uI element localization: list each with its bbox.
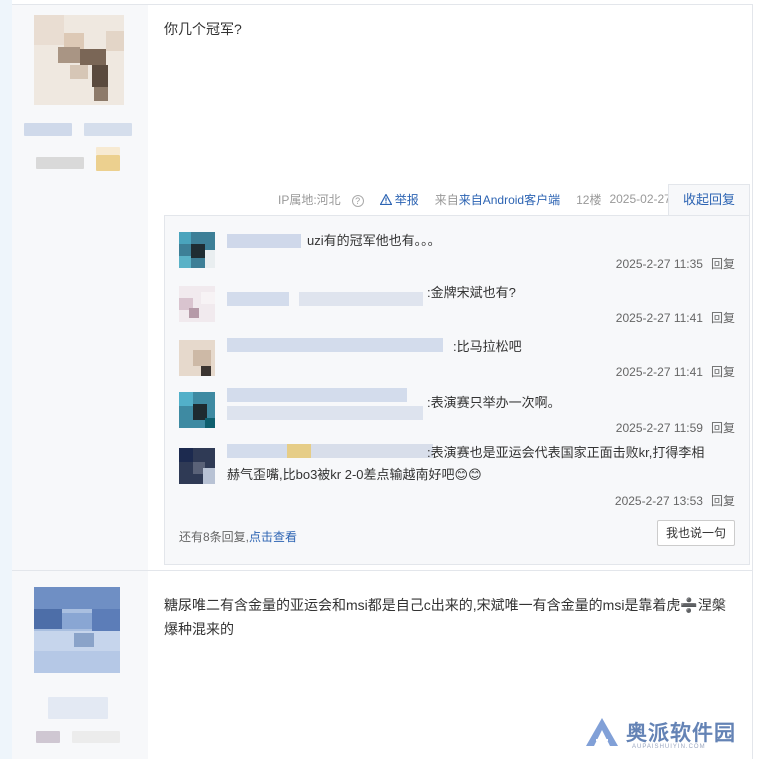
info-icon[interactable]: ?	[351, 194, 364, 207]
reply-button[interactable]: 回复	[711, 494, 735, 508]
author-name-blurred[interactable]	[24, 123, 72, 136]
reply-panel: uzi有的冠军他也有。。。 2025-2-27 11:35 回复:金牌宋斌也有…	[164, 215, 750, 565]
collapse-replies-button[interactable]: 收起回复	[668, 184, 750, 216]
left-gutter	[0, 0, 12, 759]
post-floor-12: 你几个冠军? IP属地:河北? 举报 来自来自Android客户端 12楼 20…	[12, 4, 753, 570]
watermark: 奥派软件园 AUPAISHUIYIN.COM	[584, 716, 736, 750]
avatar[interactable]	[34, 15, 124, 105]
author-name-blurred[interactable]	[48, 697, 108, 719]
author-level-blurred	[36, 731, 60, 743]
author-column	[12, 571, 148, 759]
reply-button[interactable]: 回复	[711, 257, 735, 271]
add-reply-button[interactable]: 我也说一句	[657, 520, 735, 546]
reply-time: 2025-2-27 11:41 回复	[615, 311, 735, 325]
floor-number: 12楼	[576, 192, 602, 207]
reply-text: :金牌宋斌也有?	[427, 285, 516, 300]
author-badge-top	[96, 147, 120, 155]
avatar[interactable]	[34, 587, 120, 673]
reply-text: :表演赛也是亚运会代表国家正面击败kr,打得李相赫气歪嘴,比bo3被kr 2-0…	[227, 445, 705, 482]
post-meta: IP属地:河北? 举报 来自来自Android客户端 12楼 2025-02-2…	[278, 188, 712, 210]
report-link[interactable]: 举报	[379, 191, 427, 208]
reply-time: 2025-2-27 11:35 回复	[615, 257, 735, 271]
author-badge-blurred	[96, 155, 120, 171]
reply-button[interactable]: 回复	[711, 311, 735, 325]
reply-time: 2025-2-27 13:53 回复	[614, 494, 735, 508]
watermark-subtext: AUPAISHUIYIN.COM	[632, 744, 706, 750]
reply-time: 2025-2-27 11:41 回复	[615, 365, 735, 379]
tieba-thread-page: 你几个冠军? IP属地:河北? 举报 来自来自Android客户端 12楼 20…	[0, 0, 769, 759]
reply-button[interactable]: 回复	[711, 365, 735, 379]
ip-location: IP属地:河北?	[278, 191, 372, 208]
reply-avatar[interactable]	[179, 392, 215, 428]
post-content: 你几个冠军? IP属地:河北? 举报 来自来自Android客户端 12楼 20…	[148, 5, 752, 570]
reply-avatar[interactable]	[179, 448, 215, 484]
reply-avatar[interactable]	[179, 340, 215, 376]
aupai-logo-icon	[586, 718, 618, 746]
more-replies: 还有8条回复,点击查看	[179, 530, 298, 544]
watermark-text: 奥派软件园	[626, 722, 736, 745]
reply-text: :表演赛只举办一次啊。	[427, 395, 561, 410]
reply-text: :比马拉松吧	[453, 339, 522, 354]
author-column	[12, 5, 148, 570]
reply-avatar[interactable]	[179, 286, 215, 322]
author-level-blurred	[36, 157, 84, 169]
reply-text: uzi有的冠军他也有。。。	[307, 233, 441, 248]
view-more-link[interactable]: 点击查看	[249, 530, 297, 544]
reply-avatar[interactable]	[179, 232, 215, 268]
author-badge-blurred	[72, 731, 120, 743]
reply-button[interactable]: 回复	[711, 421, 735, 435]
post-text: 你几个冠军?	[164, 21, 242, 37]
warning-icon	[379, 193, 392, 205]
client-link[interactable]: 来自Android客户端	[459, 193, 560, 207]
client-source: 来自来自Android客户端	[434, 192, 561, 207]
reply-time: 2025-2-27 11:59 回复	[615, 421, 735, 435]
post-text: 糖尿唯二有含金量的亚运会和msi都是自己c出来的,宋斌唯一有含金量的msi是靠着…	[164, 597, 726, 637]
author-name-blurred-2[interactable]	[84, 123, 132, 136]
